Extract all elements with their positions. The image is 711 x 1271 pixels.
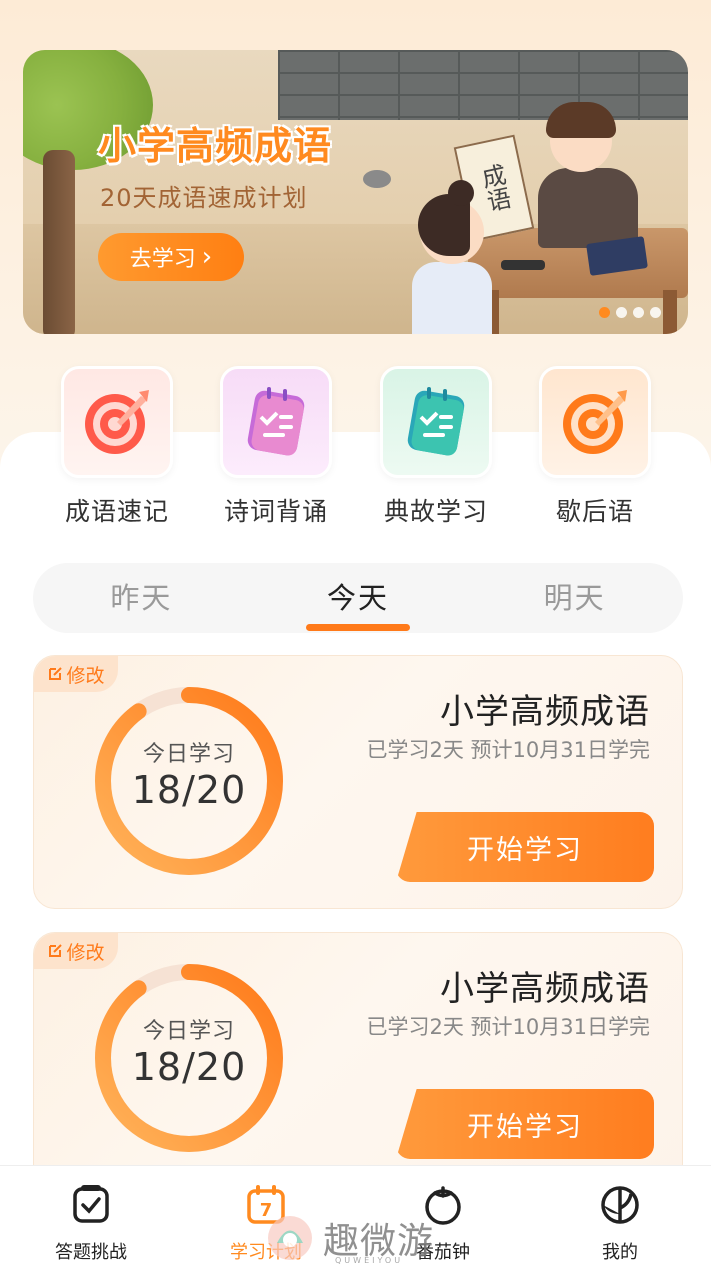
category-allusion-study[interactable]: 典故学习 [380,366,492,528]
banner-rock [363,170,391,188]
category-icon-box [380,366,492,478]
category-icon-box [539,366,651,478]
pagination-dot[interactable] [650,307,661,318]
category-xiehouyu[interactable]: 歇后语 [539,366,651,528]
profile-icon [597,1182,643,1228]
tab-today[interactable]: 今天 [250,563,467,633]
banner-tree-trunk [43,150,75,334]
banner-subtitle: 20天成语速成计划 [100,184,308,212]
day-tabs: 昨天 今天 明天 [33,563,683,633]
plan-card: 修改 今日学习 18/20 小学高频成语 已学习2天 预计10月31日学完 开始… [33,932,683,1186]
banner-title: 小学高频成语 [98,124,333,168]
plan-subtitle: 已学习2天 预计10月31日学完 [366,1015,650,1039]
tab-tomorrow[interactable]: 明天 [466,563,683,633]
category-idiom-memory[interactable]: 成语速记 [61,366,173,528]
category-icon-box [61,366,173,478]
category-label: 典故学习 [383,497,488,526]
nav-quiz-challenge[interactable]: 答题挑战 [31,1182,151,1264]
nav-label: 答题挑战 [55,1242,127,1263]
plan-card: 修改 今日学习 18/20 小学高频成语 已学习2天 预计10月31日学完 开始… [33,655,683,909]
plan-title: 小学高频成语 [440,692,650,732]
ring-label: 今日学习 [142,742,235,767]
start-study-button[interactable]: 开始学习 [396,1089,654,1159]
category-label: 成语速记 [64,497,169,526]
category-label: 诗词背诵 [223,497,328,526]
banner-pagination [599,307,661,318]
banner-table-leg [663,290,677,334]
plan-subtitle: 已学习2天 预计10月31日学完 [366,738,650,762]
target-icon [85,390,149,454]
banner-brush [501,260,545,270]
watermark: 趣微游 QUWEIYOU [265,1208,465,1268]
pagination-dot[interactable] [616,307,627,318]
start-study-button[interactable]: 开始学习 [396,812,654,882]
quiz-icon [68,1182,114,1228]
nav-profile[interactable]: 我的 [560,1182,680,1264]
notebook-icon [247,387,305,456]
edit-icon [49,667,63,680]
watermark-subtext: QUWEIYOU [335,1256,404,1265]
plan-title: 小学高频成语 [440,969,650,1009]
ring-value: 18/20 [131,768,247,812]
notebook-icon [407,387,465,456]
pagination-dot[interactable] [599,307,610,318]
edit-icon [49,944,63,957]
pagination-dot[interactable] [633,307,644,318]
ring-value: 18/20 [131,1045,247,1089]
banner-go-study-button[interactable]: 去学习 › [98,233,244,281]
watermark-logo-icon [268,1216,312,1260]
ring-label: 今日学习 [142,1019,235,1044]
banner-scholar-illustration [538,102,638,248]
chevron-right-icon: › [201,242,213,272]
target-icon [563,390,627,454]
nav-label: 我的 [602,1242,638,1263]
banner-child-illustration [408,180,498,334]
category-label: 歇后语 [555,497,634,526]
category-icon-box [220,366,332,478]
banner-button-label: 去学习 [129,247,196,272]
category-poem-recite[interactable]: 诗词背诵 [220,366,332,528]
tab-yesterday[interactable]: 昨天 [33,563,250,633]
